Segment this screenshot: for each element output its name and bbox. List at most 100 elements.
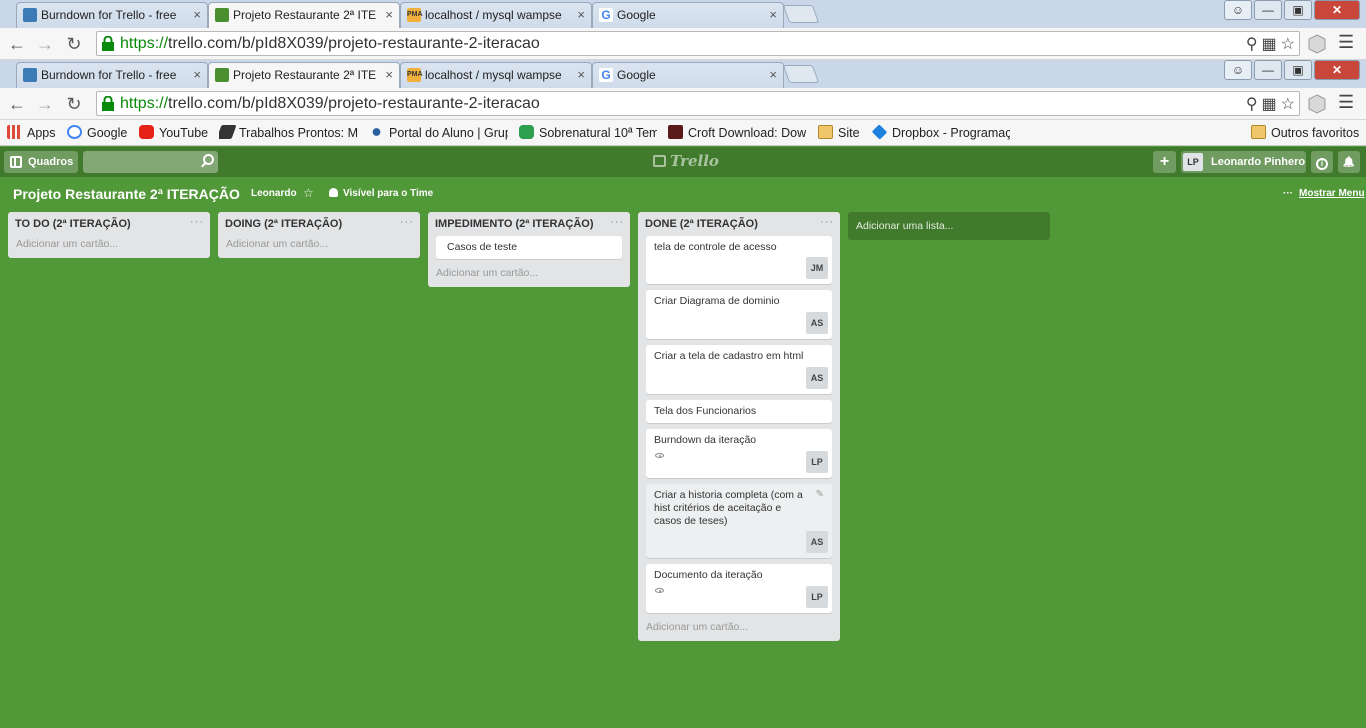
card-member-avatar[interactable]: AS — [806, 531, 828, 553]
back-icon[interactable]: ← — [6, 93, 28, 115]
chrome-menu-icon[interactable]: ☰ — [1338, 92, 1354, 113]
bookmark-outros-favoritos[interactable]: Outros favoritos — [1251, 124, 1361, 142]
trello-logo[interactable]: Trello — [653, 152, 719, 170]
info-button[interactable]: i — [1311, 151, 1333, 173]
card-member-avatar[interactable]: LP — [806, 586, 828, 608]
close-icon[interactable]: × — [385, 63, 393, 87]
list-menu-icon[interactable]: ··· — [820, 216, 834, 228]
tab-burndown[interactable]: Burndown for Trello - free × — [16, 62, 208, 88]
translate-icon[interactable]: ▦ — [1262, 94, 1277, 114]
maximize-button[interactable]: ▣ — [1284, 60, 1312, 80]
bookmark-star-icon[interactable]: ☆ — [1281, 34, 1295, 54]
list-menu-icon[interactable]: ··· — [190, 216, 204, 228]
member-menu-button[interactable]: LP Leonardo Pinhero — [1181, 151, 1306, 173]
card-member-avatar[interactable]: LP — [806, 451, 828, 473]
show-menu-button[interactable]: ··· Mostrar Menu — [1283, 188, 1365, 199]
tab-projeto-restaurante[interactable]: Projeto Restaurante 2ª ITE × — [208, 62, 400, 88]
bookmark-google[interactable]: Google — [67, 124, 131, 142]
tab-google[interactable]: G Google × — [592, 2, 784, 28]
card[interactable]: Burndown da iteração LP — [646, 429, 832, 478]
user-icon[interactable]: ☺ — [1224, 60, 1252, 80]
star-icon[interactable]: ☆ — [303, 186, 314, 200]
minimize-button[interactable]: — — [1254, 60, 1282, 80]
reload-icon[interactable]: ↻ — [63, 33, 85, 55]
list-title[interactable]: TO DO (2ª ITERAÇÃO) — [15, 218, 131, 230]
minimize-button[interactable]: — — [1254, 0, 1282, 20]
maximize-button[interactable]: ▣ — [1284, 0, 1312, 20]
bookmark-star-icon[interactable]: ☆ — [1281, 94, 1295, 114]
close-window-button[interactable]: ✕ — [1314, 60, 1360, 80]
close-icon[interactable]: × — [385, 3, 393, 27]
bookmark-site[interactable]: Site — [818, 124, 864, 142]
user-icon[interactable]: ☺ — [1224, 0, 1252, 20]
card[interactable]: Tela dos Funcionarios — [646, 400, 832, 423]
bookmark-dropbox[interactable]: Dropbox - Programaç — [872, 124, 1010, 142]
bookmark-apps[interactable]: Apps — [7, 124, 59, 142]
card[interactable]: Criar a historia completa (com a hist cr… — [646, 484, 832, 558]
bookmark-croft[interactable]: Croft Download: Dow — [668, 124, 808, 142]
list-title[interactable]: IMPEDIMENTO (2ª ITERAÇÃO) — [435, 218, 594, 230]
card[interactable]: tela de controle de acesso JM — [646, 236, 832, 284]
card-badges — [654, 584, 824, 598]
add-card-button[interactable]: Adicionar um cartão... — [226, 236, 412, 250]
chrome-menu-icon[interactable]: ☰ — [1338, 32, 1354, 53]
bookmark-portal-aluno[interactable]: Portal do Aluno | Grup — [369, 124, 508, 142]
bookmark-sobrenatural[interactable]: Sobrenatural 10ª Tem — [519, 124, 657, 142]
notifications-button[interactable]: 🔔 — [1338, 151, 1360, 173]
address-bar[interactable]: https://trello.com/b/pId8X039/projeto-re… — [96, 31, 1300, 56]
search-input[interactable] — [83, 151, 218, 173]
card-member-avatar[interactable]: JM — [806, 257, 828, 279]
bookmark-trabalhos[interactable]: Trabalhos Prontos: Mo — [219, 124, 358, 142]
add-card-button[interactable]: Adicionar um cartão... — [16, 236, 202, 250]
zoom-icon[interactable]: ⚲ — [1246, 94, 1258, 114]
add-list-button[interactable]: Adicionar uma lista... — [848, 212, 1050, 240]
watch-eye-icon — [655, 588, 664, 593]
card-title: Documento da iteração — [654, 569, 763, 581]
card[interactable]: Criar a tela de cadastro em html AS — [646, 345, 832, 394]
close-icon[interactable]: × — [193, 63, 201, 87]
browser-toolbar: ← → ↻ https://trello.com/b/pId8X039/proj… — [0, 88, 1366, 120]
list-title[interactable]: DOING (2ª ITERAÇÃO) — [225, 218, 342, 230]
card[interactable]: Criar Diagrama de dominio AS — [646, 290, 832, 339]
tab-localhost-mysql[interactable]: PMA localhost / mysql wampse × — [400, 62, 592, 88]
card[interactable]: Documento da iteração LP — [646, 564, 832, 613]
translate-icon[interactable]: ▦ — [1262, 34, 1277, 54]
forward-icon[interactable]: → — [34, 93, 56, 115]
board-org[interactable]: Leonardo — [251, 188, 297, 199]
card-title: Criar a tela de cadastro em html — [654, 350, 804, 362]
new-tab-button[interactable] — [782, 65, 820, 83]
boards-button[interactable]: Quadros — [4, 151, 78, 173]
close-icon[interactable]: × — [577, 63, 585, 87]
tab-burndown[interactable]: Burndown for Trello - free × — [16, 2, 208, 28]
add-card-button[interactable]: Adicionar um cartão... — [436, 265, 622, 279]
list-menu-icon[interactable]: ··· — [610, 216, 624, 228]
board-title[interactable]: Projeto Restaurante 2ª ITERAÇÃO — [13, 186, 240, 202]
new-tab-button[interactable] — [782, 5, 820, 23]
add-card-button[interactable]: Adicionar um cartão... — [646, 619, 832, 633]
zoom-icon[interactable]: ⚲ — [1246, 34, 1258, 54]
visibility-button[interactable]: Visível para o Time — [329, 188, 433, 199]
add-button[interactable]: + — [1153, 151, 1176, 173]
card[interactable]: Casos de teste — [436, 236, 622, 259]
close-icon[interactable]: × — [769, 3, 777, 27]
extension-icon[interactable] — [1308, 34, 1326, 54]
forward-icon[interactable]: → — [34, 33, 56, 55]
list-menu-icon[interactable]: ··· — [400, 216, 414, 228]
url-scheme: https:// — [120, 95, 169, 112]
close-icon[interactable]: × — [769, 63, 777, 87]
pencil-icon[interactable]: ✎ — [816, 489, 824, 500]
tab-localhost-mysql[interactable]: PMA localhost / mysql wampse × — [400, 2, 592, 28]
card-member-avatar[interactable]: AS — [806, 367, 828, 389]
close-icon[interactable]: × — [577, 3, 585, 27]
card-member-avatar[interactable]: AS — [806, 312, 828, 334]
list-title[interactable]: DONE (2ª ITERAÇÃO) — [645, 218, 758, 230]
bookmark-youtube[interactable]: YouTube — [139, 124, 211, 142]
tab-google[interactable]: G Google × — [592, 62, 784, 88]
reload-icon[interactable]: ↻ — [63, 93, 85, 115]
address-bar[interactable]: https://trello.com/b/pId8X039/projeto-re… — [96, 91, 1300, 116]
extension-icon[interactable] — [1308, 94, 1326, 114]
close-icon[interactable]: × — [193, 3, 201, 27]
tab-projeto-restaurante[interactable]: Projeto Restaurante 2ª ITE × — [208, 2, 400, 28]
back-icon[interactable]: ← — [6, 33, 28, 55]
close-window-button[interactable]: ✕ — [1314, 0, 1360, 20]
